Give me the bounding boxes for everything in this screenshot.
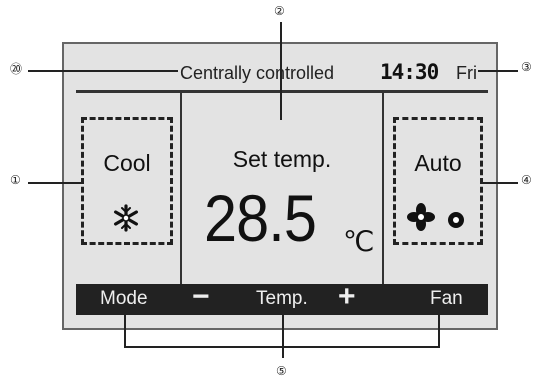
callout-20: ⑳ — [10, 62, 23, 76]
fan-speed-display: Auto — [393, 117, 483, 245]
temp-up-button[interactable]: + — [338, 280, 356, 314]
temp-down-button[interactable]: − — [192, 280, 210, 314]
clock: 14:30 — [380, 60, 439, 84]
callout-2: ② — [274, 4, 285, 18]
set-temp-label: Set temp. — [232, 146, 332, 172]
callout-5-right-leg — [438, 312, 440, 348]
temp-label-button[interactable]: Temp. — [256, 288, 308, 310]
callout-2-line — [280, 22, 282, 120]
top-divider — [76, 90, 488, 93]
callout-4: ④ — [521, 173, 532, 187]
callout-5-center-leg — [282, 312, 284, 358]
day-of-week: Fri — [456, 63, 477, 83]
callout-3-line — [478, 70, 518, 72]
fan-icon — [407, 203, 435, 231]
fan-small-icon — [448, 212, 464, 228]
mode-label: Cool — [103, 150, 151, 176]
callout-3: ③ — [521, 60, 532, 74]
fan-label: Auto — [414, 150, 462, 176]
set-temp-value: 28.5 — [204, 181, 317, 255]
callout-20-line — [28, 70, 178, 72]
soft-key-bar: Mode − Temp. + Fan — [76, 280, 488, 315]
fan-button[interactable]: Fan — [430, 288, 463, 310]
callout-5: ⑤ — [276, 364, 287, 378]
mode-display: Cool — [81, 117, 173, 245]
callout-1: ① — [10, 173, 21, 187]
callout-5-left-leg — [124, 312, 126, 348]
callout-1-line — [28, 182, 82, 184]
callout-4-line — [482, 182, 518, 184]
snowflake-icon — [113, 204, 138, 232]
mode-button[interactable]: Mode — [100, 288, 148, 310]
left-divider — [180, 92, 182, 284]
temp-unit: ℃ — [343, 226, 375, 257]
central-control-status: Centrally controlled — [180, 63, 335, 83]
callout-5-bracket — [124, 346, 440, 348]
right-divider — [382, 92, 384, 284]
